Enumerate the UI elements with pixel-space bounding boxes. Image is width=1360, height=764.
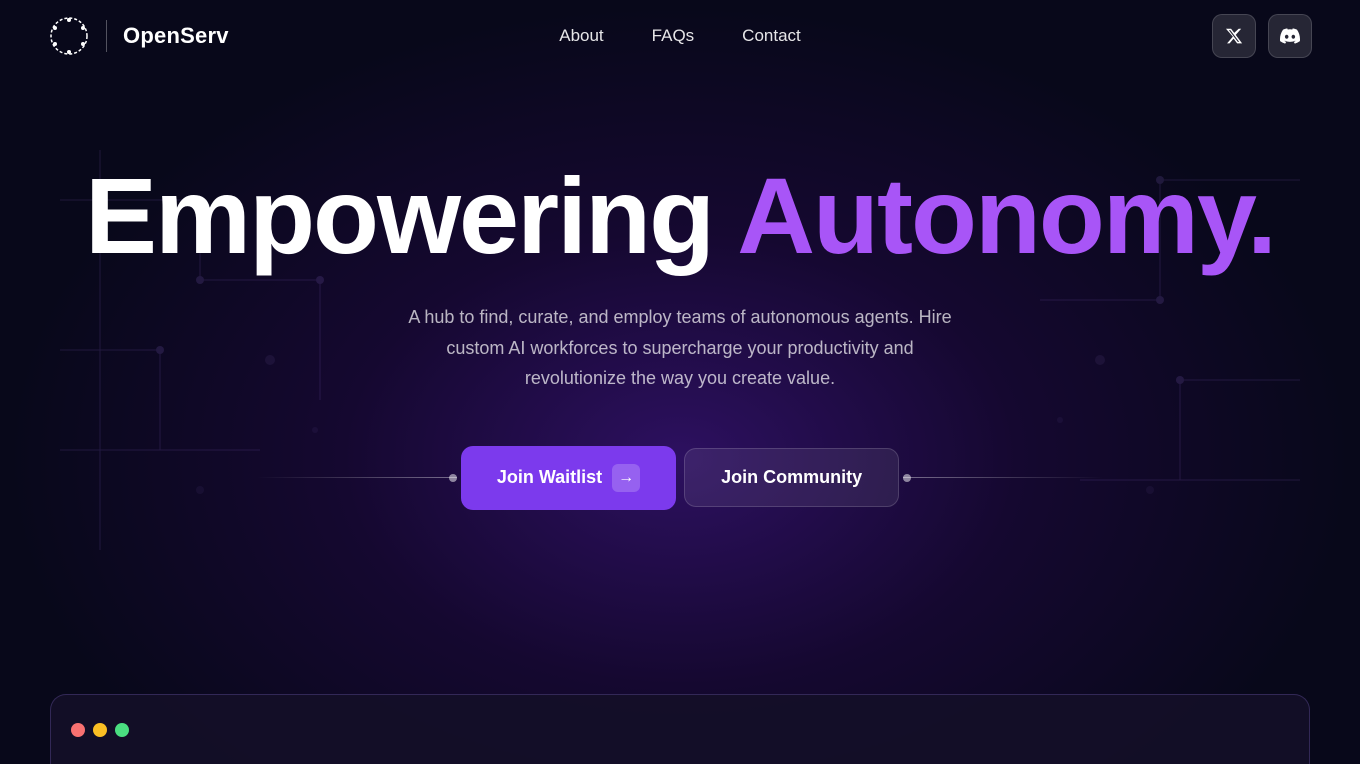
line-decoration-left	[257, 477, 457, 478]
nav-links: About FAQs Contact	[559, 26, 801, 46]
nav-divider	[106, 20, 107, 52]
hero-cta-group: Join Waitlist → Join Community	[257, 446, 1103, 510]
window-dot-red	[71, 723, 85, 737]
window-dot-yellow	[93, 723, 107, 737]
hero-subtitle: A hub to find, curate, and employ teams …	[400, 302, 960, 394]
join-waitlist-button[interactable]: Join Waitlist →	[461, 446, 676, 510]
community-label: Join Community	[721, 467, 862, 488]
hero-title-white: Empowering	[85, 155, 713, 276]
hero-section: Empowering Autonomy. A hub to find, cura…	[0, 72, 1360, 510]
navbar: OpenServ About FAQs Contact	[0, 0, 1360, 72]
line-decoration-right	[903, 477, 1103, 478]
brand-name: OpenServ	[123, 23, 229, 49]
nav-social	[1212, 14, 1312, 58]
discord-button[interactable]	[1268, 14, 1312, 58]
logo-icon	[48, 15, 90, 57]
nav-brand-area: OpenServ	[48, 15, 229, 57]
arrow-icon: →	[612, 464, 640, 492]
waitlist-label: Join Waitlist	[497, 467, 602, 488]
nav-link-about[interactable]: About	[559, 26, 603, 46]
bottom-card	[50, 694, 1310, 764]
nav-link-contact[interactable]: Contact	[742, 26, 801, 46]
twitter-button[interactable]	[1212, 14, 1256, 58]
window-dot-green	[115, 723, 129, 737]
hero-title-purple: Autonomy.	[737, 155, 1275, 276]
join-community-button[interactable]: Join Community	[684, 448, 899, 507]
hero-title: Empowering Autonomy.	[85, 162, 1275, 270]
nav-link-faqs[interactable]: FAQs	[652, 26, 695, 46]
